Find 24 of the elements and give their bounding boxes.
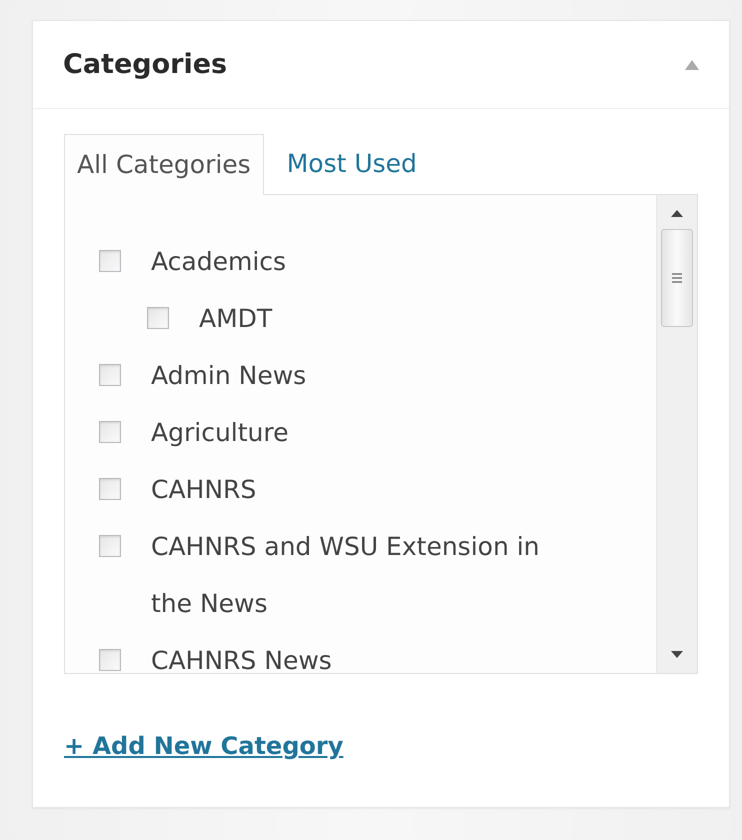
tab[interactable]: Most Used xyxy=(274,133,430,194)
category-label: Admin News xyxy=(151,360,306,392)
collapse-toggle-icon[interactable] xyxy=(685,60,699,70)
scroll-up-icon[interactable] xyxy=(671,209,683,217)
add-category-link[interactable]: + Add New Category xyxy=(64,732,344,760)
checkbox[interactable] xyxy=(99,250,121,272)
scroll-thumb[interactable] xyxy=(661,229,693,327)
tab[interactable]: All Categories xyxy=(64,134,264,195)
grip-icon xyxy=(671,272,683,284)
checkbox[interactable] xyxy=(99,421,121,443)
checkbox[interactable] xyxy=(99,364,121,386)
category-label: Academics xyxy=(151,246,286,278)
category-label: CAHNRS xyxy=(151,474,256,506)
category-label: AMDT xyxy=(199,303,272,335)
panel-title: Categories xyxy=(63,49,228,80)
category-label: CAHNRS News xyxy=(151,645,332,673)
checkbox[interactable] xyxy=(99,649,121,671)
checkbox[interactable] xyxy=(99,478,121,500)
scroll-down-icon[interactable] xyxy=(671,651,683,659)
scrollbar[interactable] xyxy=(656,195,697,673)
checkbox[interactable] xyxy=(147,307,169,329)
category-label: CAHNRS and WSU Extension in the News xyxy=(151,531,541,620)
checkbox[interactable] xyxy=(99,535,121,557)
category-label: Agriculture xyxy=(151,417,288,449)
